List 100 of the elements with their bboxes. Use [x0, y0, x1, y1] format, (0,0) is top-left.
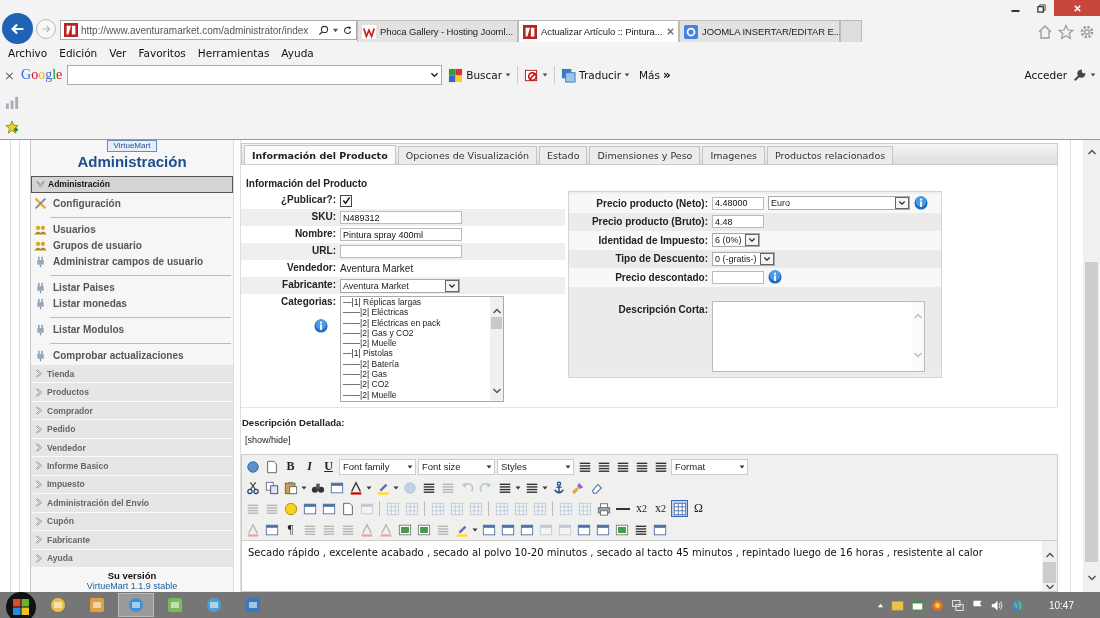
sidebar-section[interactable]: Productos — [31, 383, 233, 402]
tab[interactable]: Información del Producto — [244, 145, 396, 164]
more-button[interactable]: Más » — [636, 68, 674, 82]
toolbar-select[interactable]: Styles — [497, 458, 574, 475]
sidebar-section[interactable]: Tienda — [31, 364, 233, 384]
version-link[interactable]: VirtueMart 1.1.9 stable — [86, 581, 178, 591]
toolbar-button[interactable] — [244, 479, 261, 496]
sidebar-section[interactable]: Pedido — [31, 420, 233, 439]
checkbox[interactable] — [340, 194, 352, 207]
sidebar-link[interactable]: Listar Paises — [31, 279, 233, 296]
sidebar-link[interactable]: Usuarios — [31, 221, 233, 238]
toolbar-select[interactable]: Format — [671, 458, 748, 475]
text-input[interactable]: 4.48000 — [712, 196, 764, 210]
close-toolbar-button[interactable]: × — [4, 67, 18, 83]
tab[interactable]: Imagenes — [702, 146, 765, 164]
format-button[interactable]: B — [282, 458, 299, 475]
window-icon[interactable] — [910, 598, 924, 612]
home-icon[interactable] — [1037, 24, 1053, 40]
list-option[interactable]: ——|2| CO2 — [343, 379, 490, 390]
caret-icon[interactable] — [515, 484, 521, 491]
scrollbar[interactable] — [1083, 140, 1100, 592]
sign-in-button[interactable]: Acceder — [1021, 69, 1070, 81]
scrollbar[interactable] — [1042, 541, 1057, 591]
list-option[interactable]: ——|2| Gas — [343, 369, 490, 380]
search-field[interactable] — [67, 65, 443, 85]
back-button[interactable] — [2, 13, 33, 44]
text-input[interactable] — [712, 270, 764, 284]
sidebar-link[interactable]: Comprobar actualizaciones — [31, 347, 233, 364]
circle-icon[interactable] — [930, 598, 944, 612]
translate-button[interactable]: Traducir — [558, 67, 634, 83]
toolbar-select[interactable]: Font family — [339, 458, 416, 475]
format-button[interactable]: I — [301, 458, 318, 475]
list-option[interactable]: —|1| Pistolas — [343, 348, 490, 359]
text-input[interactable]: 4.48 — [712, 215, 764, 229]
scroll-thumb[interactable] — [491, 317, 502, 329]
select-field[interactable]: Aventura Market — [340, 278, 460, 293]
list-option[interactable]: ——|2| Batería — [343, 358, 490, 370]
speaker-icon[interactable] — [990, 598, 1004, 612]
toolbar-button[interactable] — [671, 500, 688, 517]
globe-icon[interactable] — [1010, 598, 1024, 612]
list-option[interactable]: ——|2| Gas y CO2 — [343, 327, 490, 339]
taskbar-button[interactable] — [118, 593, 154, 617]
star-icon[interactable] — [1058, 24, 1074, 40]
caret-icon[interactable] — [1090, 72, 1096, 78]
tab[interactable]: Productos relacionados — [767, 146, 894, 164]
menu-item[interactable]: Ayuda — [275, 47, 320, 59]
signal-bars-icon[interactable] — [5, 95, 20, 109]
scrollbar[interactable] — [490, 297, 503, 401]
format-button[interactable]: Ω — [690, 500, 707, 517]
sidebar-link[interactable]: Grupos de usuario — [31, 237, 233, 254]
search-button[interactable]: Buscar — [445, 67, 515, 83]
toolbar-select[interactable]: Font size — [418, 458, 495, 475]
wrench-icon[interactable] — [1073, 68, 1087, 82]
favorites-star-icon[interactable] — [5, 120, 19, 134]
toolbar-button[interactable] — [595, 500, 612, 517]
toolbar-button[interactable] — [244, 458, 261, 475]
text-input[interactable]: Pintura spray 400ml — [340, 228, 462, 241]
sidebar-section[interactable]: Informe Basico — [31, 457, 233, 476]
list-option[interactable]: ——|2| Eléctricas en pack — [343, 317, 490, 328]
folder-icon[interactable] — [890, 598, 904, 612]
list-option[interactable]: —|1| Réplicas largas — [343, 297, 490, 308]
format-button[interactable]: ¶ — [282, 521, 299, 538]
menu-item[interactable]: Edición — [53, 47, 104, 59]
caret-icon[interactable] — [542, 484, 548, 491]
sidebar-section[interactable]: Administración del Envío — [31, 494, 233, 513]
start-button[interactable] — [5, 591, 37, 618]
tab[interactable]: Dimensiones y Peso — [589, 146, 701, 164]
refresh-icon[interactable] — [342, 24, 353, 36]
caret-icon[interactable] — [366, 484, 372, 491]
search-icon[interactable] — [318, 24, 329, 36]
list-option[interactable]: ——|2| Muelle — [343, 338, 490, 349]
list-box[interactable]: —|1| Réplicas largas ——|2| Eléctricas ——|2| Eléctricas en pack ——|2| Gas y CO2 ——|2| Muelle —|1| Pistolas ——|2| Batería ——|2| Gas ——|2| CO2 ——|2| Muelle — [340, 296, 504, 402]
menu-item[interactable]: Favoritos — [132, 47, 192, 59]
sidebar-link[interactable]: Administrar campos de usuario — [31, 253, 233, 270]
list-option[interactable]: ——|2| Eléctricas — [343, 307, 490, 318]
sidebar-link[interactable]: Configuración — [31, 195, 233, 212]
caret-icon[interactable] — [301, 484, 307, 491]
menu-item[interactable]: Archivo — [2, 47, 54, 59]
list-option[interactable]: ——|2| Muelle — [343, 389, 490, 400]
text-input[interactable] — [340, 245, 462, 258]
tab[interactable]: Estado — [539, 146, 588, 164]
scroll-thumb[interactable] — [1043, 562, 1056, 583]
close-icon[interactable] — [666, 27, 676, 36]
network-icon[interactable] — [950, 598, 964, 612]
caret-icon[interactable] — [472, 526, 478, 533]
sidebar-link[interactable]: Listar monedas — [31, 295, 233, 312]
format-button[interactable]: U — [320, 458, 337, 475]
sidebar-section[interactable]: Administración — [31, 176, 233, 193]
browser-tab[interactable]: Phoca Gallery - Hosting Jooml... — [357, 20, 518, 42]
caret-icon[interactable] — [393, 484, 399, 491]
sidebar-link[interactable]: Listar Modulos — [31, 321, 233, 338]
toolbar-button[interactable] — [263, 479, 280, 496]
select-field[interactable]: 6 (0%) — [712, 233, 760, 248]
show-hide-link[interactable]: [show/hide] — [242, 435, 1058, 445]
settings-icon[interactable] — [1079, 24, 1095, 40]
select-field[interactable]: 0 (-gratis-) — [712, 251, 775, 266]
scroll-thumb[interactable] — [1085, 262, 1098, 562]
sidebar-section[interactable]: Fabricante — [31, 531, 233, 550]
menu-item[interactable]: Ver — [103, 47, 133, 59]
address-field[interactable]: http://www.aventuramarket.com/administrator/index — [60, 20, 357, 40]
